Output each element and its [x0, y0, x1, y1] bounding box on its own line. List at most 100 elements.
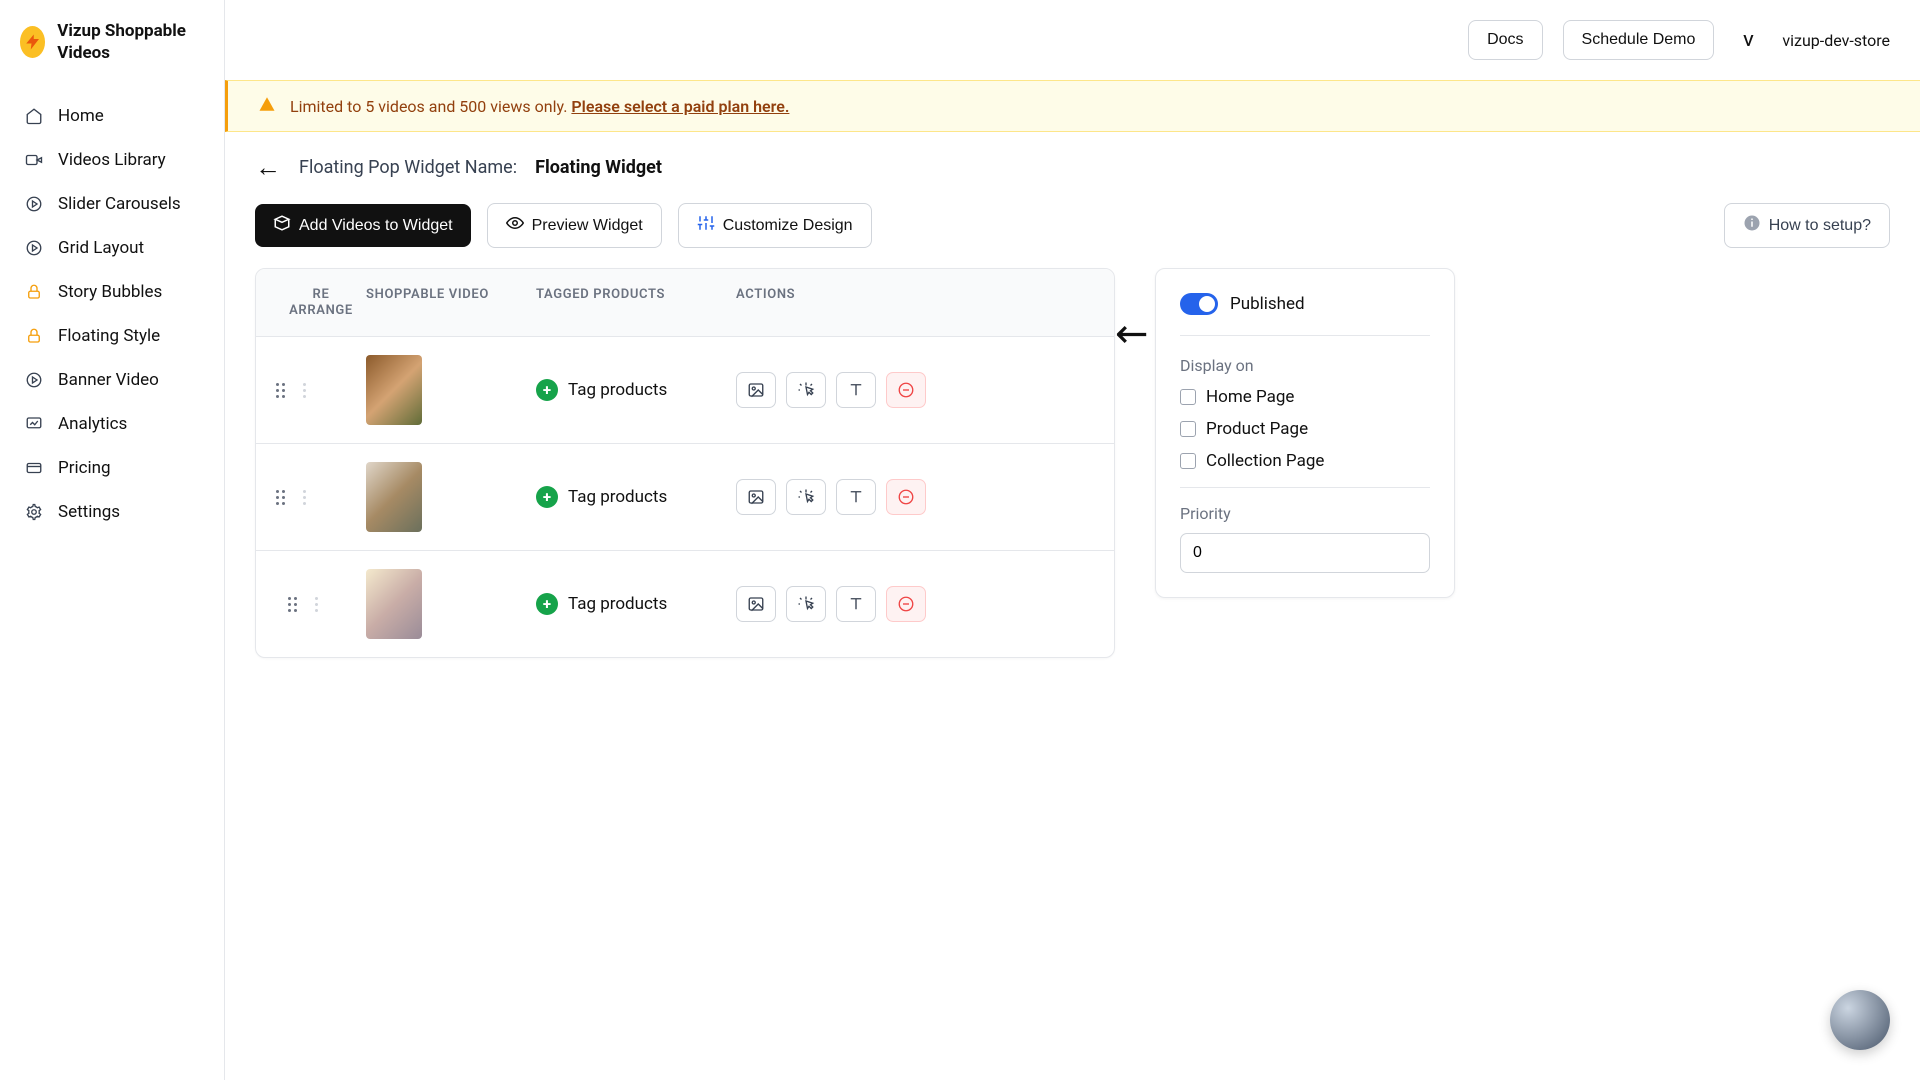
plan-limit-banner: Limited to 5 videos and 500 views only. … — [225, 80, 1920, 132]
checkbox-home-page[interactable]: Home Page — [1180, 387, 1430, 407]
sidebar-item-analytics[interactable]: Analytics — [0, 402, 224, 446]
widget-name-value: Floating Widget — [535, 157, 662, 178]
sidebar-item-settings[interactable]: Settings — [0, 490, 224, 534]
display-on-label: Display on — [1180, 356, 1430, 375]
banner-text: Limited to 5 videos and 500 views only. — [290, 97, 567, 116]
table-row: + Tag products — [256, 444, 1114, 551]
sidebar-item-grid-layout[interactable]: Grid Layout — [0, 226, 224, 270]
published-toggle[interactable] — [1180, 293, 1218, 315]
checkbox-label: Product Page — [1206, 419, 1308, 439]
brand: Vizup Shoppable Videos — [0, 20, 224, 84]
sidebar-item-slider-carousels[interactable]: Slider Carousels — [0, 182, 224, 226]
plus-icon: + — [536, 379, 558, 401]
priority-label: Priority — [1180, 504, 1430, 523]
card-icon — [24, 458, 44, 478]
click-action-button[interactable] — [786, 372, 826, 408]
col-tagged: TAGGED PRODUCTS — [536, 287, 736, 318]
how-to-setup-label: How to setup? — [1769, 217, 1871, 235]
row-actions — [736, 372, 1094, 408]
play-circle-icon — [24, 194, 44, 214]
plus-icon: + — [536, 486, 558, 508]
more-icon — [315, 597, 318, 612]
customize-design-label: Customize Design — [723, 217, 853, 235]
image-action-button[interactable] — [736, 586, 776, 622]
remove-action-button[interactable] — [886, 372, 926, 408]
sidebar-item-label: Story Bubbles — [58, 282, 162, 302]
nav: Home Videos Library Slider Carousels Gri… — [0, 84, 224, 534]
tag-products-button[interactable]: + Tag products — [536, 593, 736, 615]
add-videos-button[interactable]: Add Videos to Widget — [255, 204, 471, 247]
checkbox-label: Collection Page — [1206, 451, 1324, 471]
how-to-setup-button[interactable]: How to setup? — [1724, 203, 1890, 248]
table-row: + Tag products — [256, 551, 1114, 657]
more-icon — [303, 490, 306, 505]
analytics-icon — [24, 414, 44, 434]
widget-name-label: Floating Pop Widget Name: — [299, 157, 517, 178]
priority-input[interactable] — [1180, 533, 1430, 573]
tag-products-label: Tag products — [568, 594, 667, 614]
sidebar-item-story-bubbles[interactable]: Story Bubbles — [0, 270, 224, 314]
sidebar-item-banner-video[interactable]: Banner Video — [0, 358, 224, 402]
drag-icon — [288, 597, 297, 612]
table-row: + Tag products — [256, 337, 1114, 444]
sidebar: Vizup Shoppable Videos Home Videos Libra… — [0, 0, 225, 1080]
text-action-button[interactable] — [836, 479, 876, 515]
click-action-button[interactable] — [786, 586, 826, 622]
settings-panel: Published Display on Home Page Product P… — [1155, 268, 1455, 598]
remove-action-button[interactable] — [886, 586, 926, 622]
sidebar-item-floating-style[interactable]: Floating Style — [0, 314, 224, 358]
sidebar-item-home[interactable]: Home — [0, 94, 224, 138]
drag-icon — [276, 490, 285, 505]
checkbox-icon — [1180, 453, 1196, 469]
back-arrow-icon[interactable]: ← — [255, 152, 281, 183]
click-action-button[interactable] — [786, 479, 826, 515]
docs-button[interactable]: Docs — [1468, 20, 1542, 60]
avatar-initial[interactable]: V — [1734, 26, 1762, 54]
image-action-button[interactable] — [736, 479, 776, 515]
drag-handle[interactable] — [276, 490, 366, 505]
video-thumbnail[interactable] — [366, 355, 536, 425]
sidebar-item-label: Videos Library — [58, 150, 166, 170]
col-actions: ACTIONS — [736, 287, 1094, 318]
video-thumbnail[interactable] — [366, 569, 536, 639]
tag-products-button[interactable]: + Tag products — [536, 379, 736, 401]
tag-products-label: Tag products — [568, 380, 667, 400]
videos-table: RE ARRANGE SHOPPABLE VIDEO TAGGED PRODUC… — [255, 268, 1115, 658]
tag-products-button[interactable]: + Tag products — [536, 486, 736, 508]
schedule-demo-button[interactable]: Schedule Demo — [1563, 20, 1715, 60]
checkbox-collection-page[interactable]: Collection Page — [1180, 451, 1430, 471]
lock-icon — [24, 282, 44, 302]
table-header: RE ARRANGE SHOPPABLE VIDEO TAGGED PRODUC… — [256, 269, 1114, 337]
drag-handle[interactable] — [276, 383, 366, 398]
banner-upgrade-link[interactable]: Please select a paid plan here. — [571, 97, 789, 116]
image-action-button[interactable] — [736, 372, 776, 408]
checkbox-icon — [1180, 421, 1196, 437]
sliders-icon — [697, 214, 715, 237]
sidebar-item-pricing[interactable]: Pricing — [0, 446, 224, 490]
published-label: Published — [1230, 294, 1305, 314]
sidebar-item-videos-library[interactable]: Videos Library — [0, 138, 224, 182]
sidebar-item-label: Home — [58, 106, 104, 126]
play-circle-icon — [24, 370, 44, 390]
warning-icon — [258, 95, 276, 117]
customize-design-button[interactable]: Customize Design — [678, 203, 872, 248]
sidebar-item-label: Slider Carousels — [58, 194, 181, 214]
page-header: ← Floating Pop Widget Name: Floating Wid… — [225, 132, 1920, 193]
checkbox-product-page[interactable]: Product Page — [1180, 419, 1430, 439]
remove-action-button[interactable] — [886, 479, 926, 515]
col-rearrange: RE ARRANGE — [276, 287, 366, 318]
text-action-button[interactable] — [836, 372, 876, 408]
preview-widget-button[interactable]: Preview Widget — [487, 203, 662, 248]
more-icon — [303, 383, 306, 398]
content: RE ARRANGE SHOPPABLE VIDEO TAGGED PRODUC… — [225, 268, 1920, 658]
video-thumbnail[interactable] — [366, 462, 536, 532]
drag-handle[interactable] — [276, 593, 366, 615]
text-action-button[interactable] — [836, 586, 876, 622]
row-actions — [736, 586, 1094, 622]
store-name[interactable]: vizup-dev-store — [1782, 31, 1890, 50]
brand-logo-icon — [20, 26, 45, 58]
row-actions — [736, 479, 1094, 515]
sidebar-item-label: Pricing — [58, 458, 111, 478]
chat-widget-button[interactable] — [1830, 990, 1890, 1050]
sidebar-item-label: Floating Style — [58, 326, 160, 346]
